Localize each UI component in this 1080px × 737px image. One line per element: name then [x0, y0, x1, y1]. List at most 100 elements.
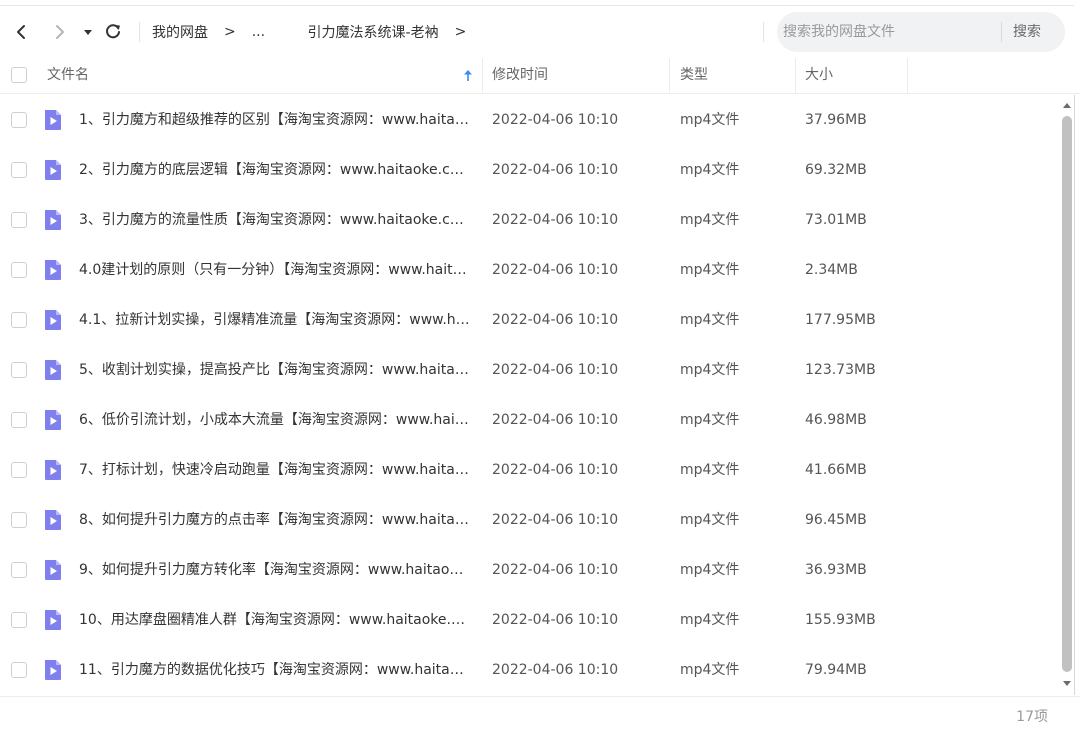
file-modified-time: 2022-04-06 10:10: [492, 362, 619, 378]
toolbar-divider: [139, 22, 140, 42]
file-size: 46.98MB: [805, 412, 867, 428]
search-button[interactable]: 搜索: [1013, 12, 1041, 52]
file-modified-time: 2022-04-06 10:10: [492, 312, 619, 328]
file-list: 1、引力魔方和超级推荐的区别【海淘宝资源网：www.haitaoke.com】.…: [0, 95, 1060, 695]
row-checkbox[interactable]: [11, 412, 27, 428]
table-header: 文件名 修改时间 类型 大小: [0, 58, 1080, 94]
table-row[interactable]: 2、引力魔方的底层逻辑【海淘宝资源网：www.haitaoke.com】.mp4…: [0, 145, 1060, 195]
breadcrumb-separator: >: [224, 24, 236, 40]
file-type: mp4文件: [680, 312, 740, 328]
video-file-icon: [45, 410, 61, 430]
table-row[interactable]: 5、收割计划实操，提高投产比【海淘宝资源网：www.haitaoke.com】.…: [0, 345, 1060, 395]
column-divider: [482, 58, 483, 93]
file-size: 2.34MB: [805, 262, 858, 278]
file-type: mp4文件: [680, 512, 740, 528]
column-header-modified[interactable]: 修改时间: [492, 58, 548, 93]
file-name[interactable]: 3、引力魔方的流量性质【海淘宝资源网：www.haitaoke.com】.mp4: [79, 195, 471, 245]
vertical-scrollbar[interactable]: [1060, 97, 1074, 691]
file-name[interactable]: 6、低价引流计划，小成本大流量【海淘宝资源网：www.haitaoke.com】…: [79, 395, 471, 445]
row-checkbox[interactable]: [11, 212, 27, 228]
file-type: mp4文件: [680, 562, 740, 578]
table-row[interactable]: 4.1、拉新计划实操，引爆精准流量【海淘宝资源网：www.haitaoke.co…: [0, 295, 1060, 345]
video-file-icon: [45, 310, 61, 330]
table-row[interactable]: 7、打标计划，快速冷启动跑量【海淘宝资源网：www.haitaoke.com】.…: [0, 445, 1060, 495]
video-file-icon: [45, 460, 61, 480]
row-checkbox[interactable]: [11, 512, 27, 528]
table-row[interactable]: 10、用达摩盘圈精准人群【海淘宝资源网：www.haitaoke.com】.mp…: [0, 595, 1060, 645]
file-name[interactable]: 2、引力魔方的底层逻辑【海淘宝资源网：www.haitaoke.com】.mp4: [79, 145, 471, 195]
video-file-icon: [45, 260, 61, 280]
refresh-icon: [106, 24, 120, 39]
search-input[interactable]: [777, 12, 1001, 52]
file-modified-time: 2022-04-06 10:10: [492, 462, 619, 478]
row-checkbox[interactable]: [11, 112, 27, 128]
file-size: 69.32MB: [805, 162, 867, 178]
file-name[interactable]: 9、如何提升引力魔方转化率【海淘宝资源网：www.haitaoke.com】.m…: [79, 545, 471, 595]
row-checkbox[interactable]: [11, 562, 27, 578]
item-count: 17项: [1016, 709, 1048, 725]
file-name[interactable]: 4.1、拉新计划实操，引爆精准流量【海淘宝资源网：www.haitaoke.co…: [79, 295, 471, 345]
toolbar: 我的网盘 > ... . 引力魔法系统课-老衲 > 搜索: [0, 6, 1080, 58]
breadcrumb-item-ellipsis[interactable]: ...: [252, 24, 265, 40]
video-file-icon: [45, 560, 61, 580]
row-checkbox[interactable]: [11, 162, 27, 178]
video-file-icon: [45, 110, 61, 130]
breadcrumb-item-current[interactable]: 引力魔法系统课-老衲: [308, 22, 439, 42]
file-name[interactable]: 7、打标计划，快速冷启动跑量【海淘宝资源网：www.haitaoke.com】.…: [79, 445, 471, 495]
row-checkbox[interactable]: [11, 612, 27, 628]
file-modified-time: 2022-04-06 10:10: [492, 112, 619, 128]
column-divider: [907, 58, 908, 93]
breadcrumb-separator: >: [454, 24, 467, 40]
row-checkbox[interactable]: [11, 362, 27, 378]
history-dropdown-button[interactable]: [78, 20, 98, 44]
column-header-name[interactable]: 文件名: [47, 58, 89, 93]
select-all-checkbox[interactable]: [11, 67, 27, 83]
row-checkbox[interactable]: [11, 662, 27, 678]
file-size: 96.45MB: [805, 512, 867, 528]
breadcrumb-item-root[interactable]: 我的网盘: [152, 22, 208, 42]
scroll-down-button[interactable]: [1061, 677, 1073, 689]
row-checkbox[interactable]: [11, 312, 27, 328]
file-size: 155.93MB: [805, 612, 876, 628]
file-modified-time: 2022-04-06 10:10: [492, 562, 619, 578]
scroll-thumb[interactable]: [1062, 116, 1072, 672]
file-size: 41.66MB: [805, 462, 867, 478]
table-row[interactable]: 1、引力魔方和超级推荐的区别【海淘宝资源网：www.haitaoke.com】.…: [0, 95, 1060, 145]
file-name[interactable]: 11、引力魔方的数据优化技巧【海淘宝资源网：www.haitaoke.com】.…: [79, 645, 471, 695]
file-name[interactable]: 1、引力魔方和超级推荐的区别【海淘宝资源网：www.haitaoke.com】.…: [79, 95, 471, 145]
table-row[interactable]: 11、引力魔方的数据优化技巧【海淘宝资源网：www.haitaoke.com】.…: [0, 645, 1060, 695]
video-file-icon: [45, 210, 61, 230]
table-row[interactable]: 4.0建计划的原则（只有一分钟）【海淘宝资源网：www.haitaoke.com…: [0, 245, 1060, 295]
table-row[interactable]: 8、如何提升引力魔方的点击率【海淘宝资源网：www.haitaoke.com】.…: [0, 495, 1060, 545]
file-name[interactable]: 8、如何提升引力魔方的点击率【海淘宝资源网：www.haitaoke.com】.…: [79, 495, 471, 545]
file-size: 36.93MB: [805, 562, 867, 578]
column-header-type[interactable]: 类型: [680, 58, 708, 93]
file-modified-time: 2022-04-06 10:10: [492, 412, 619, 428]
video-file-icon: [45, 660, 61, 680]
column-header-size[interactable]: 大小: [805, 58, 833, 93]
table-row[interactable]: 9、如何提升引力魔方转化率【海淘宝资源网：www.haitaoke.com】.m…: [0, 545, 1060, 595]
forward-button[interactable]: [50, 20, 70, 44]
chevron-right-icon: [56, 25, 64, 39]
file-name[interactable]: 5、收割计划实操，提高投产比【海淘宝资源网：www.haitaoke.com】.…: [79, 345, 471, 395]
file-modified-time: 2022-04-06 10:10: [492, 212, 619, 228]
file-size: 177.95MB: [805, 312, 876, 328]
scroll-up-button[interactable]: [1061, 99, 1073, 111]
back-button[interactable]: [11, 20, 31, 44]
table-row[interactable]: 6、低价引流计划，小成本大流量【海淘宝资源网：www.haitaoke.com】…: [0, 395, 1060, 445]
file-type: mp4文件: [680, 612, 740, 628]
search-box: 搜索: [777, 12, 1065, 52]
arrow-up-icon[interactable]: [463, 69, 473, 82]
file-size: 73.01MB: [805, 212, 867, 228]
table-row[interactable]: 3、引力魔方的流量性质【海淘宝资源网：www.haitaoke.com】.mp4…: [0, 195, 1060, 245]
pane-right-border: [1074, 95, 1075, 695]
file-type: mp4文件: [680, 662, 740, 678]
refresh-button[interactable]: [103, 20, 123, 44]
row-checkbox[interactable]: [11, 462, 27, 478]
file-size: 37.96MB: [805, 112, 867, 128]
file-type: mp4文件: [680, 112, 740, 128]
file-name[interactable]: 10、用达摩盘圈精准人群【海淘宝资源网：www.haitaoke.com】.mp…: [79, 595, 471, 645]
row-checkbox[interactable]: [11, 262, 27, 278]
file-name[interactable]: 4.0建计划的原则（只有一分钟）【海淘宝资源网：www.haitaoke.com…: [79, 245, 471, 295]
file-modified-time: 2022-04-06 10:10: [492, 262, 619, 278]
